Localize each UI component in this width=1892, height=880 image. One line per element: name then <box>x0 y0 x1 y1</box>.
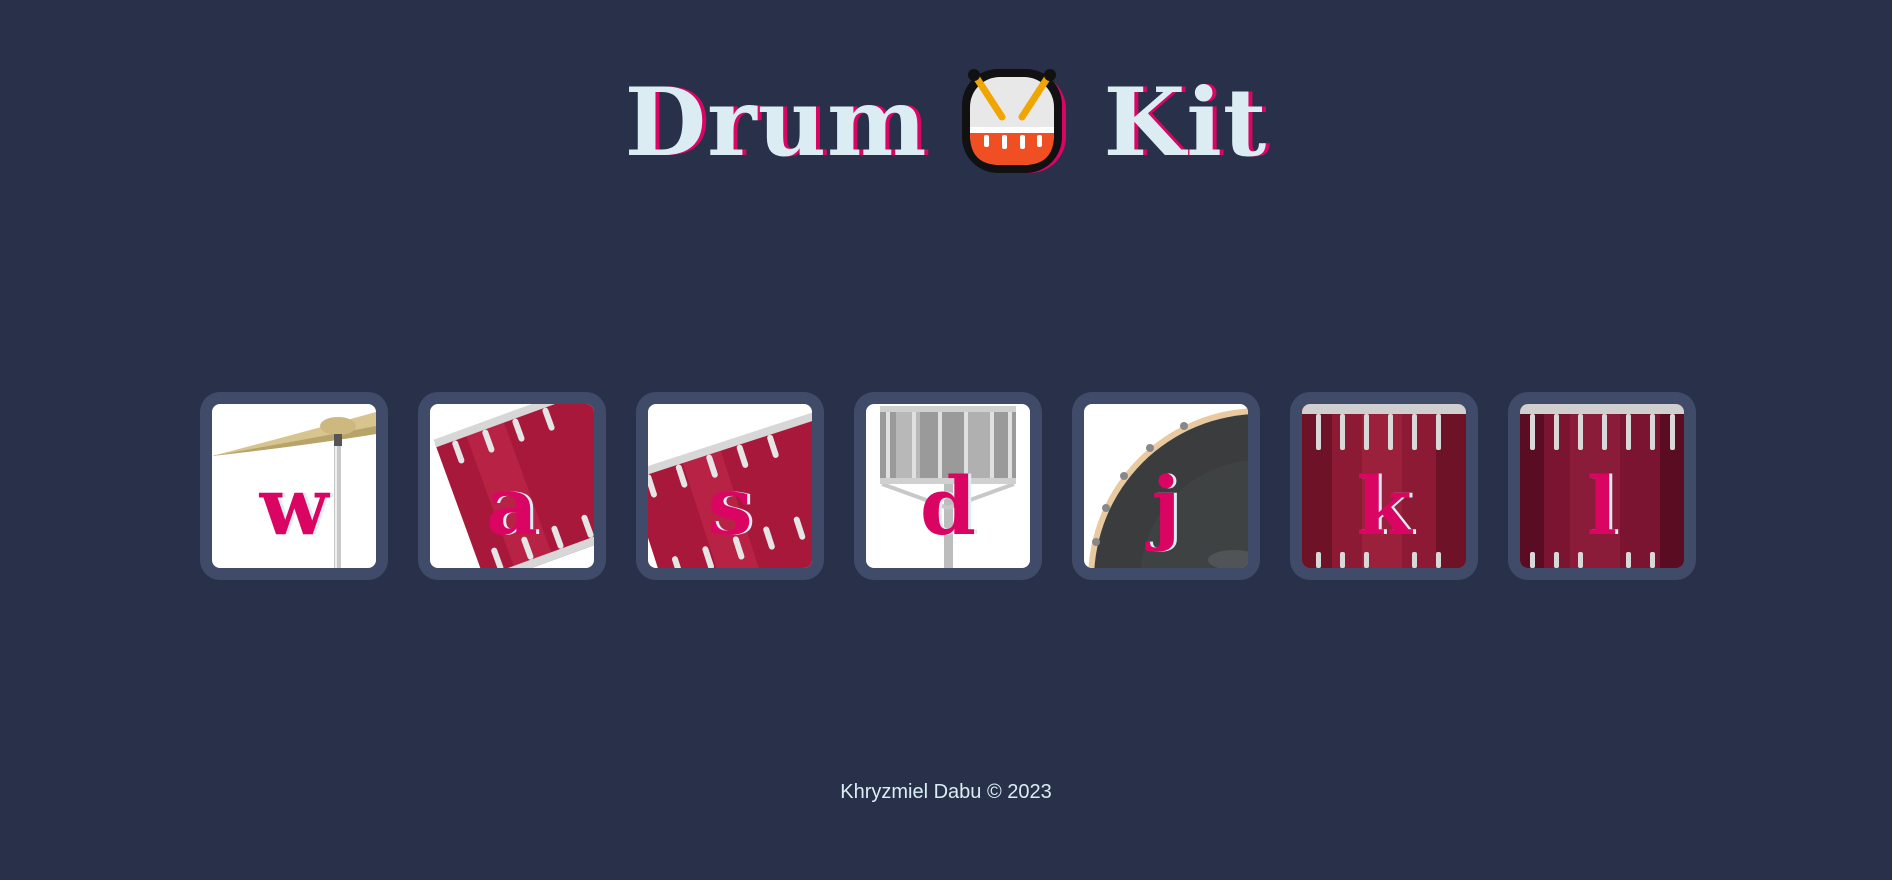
drum-face: l <box>1520 404 1684 568</box>
title-word-drum: Drum <box>624 68 928 178</box>
drum-face: a <box>430 404 594 568</box>
drum-key-letter: l <box>1586 459 1618 553</box>
title-word-kit: Kit <box>1103 68 1268 178</box>
drum-key-letter: a <box>486 459 538 553</box>
drum-face: w <box>212 404 376 568</box>
drum-button-w[interactable]: w <box>200 392 388 580</box>
drum-face: s <box>648 404 812 568</box>
drum-key-letter: j <box>1151 459 1181 553</box>
drum-button-d[interactable]: d <box>854 392 1042 580</box>
drum-face: j <box>1084 404 1248 568</box>
footer-credit: Khryzmiel Dabu © 2023 <box>840 781 1052 803</box>
drum-set: w a s d j k l <box>200 392 1696 580</box>
drum-with-drumsticks-icon <box>961 69 1066 173</box>
drum-face: d <box>866 404 1030 568</box>
drum-button-k[interactable]: k <box>1290 392 1478 580</box>
drum-key-letter: d <box>920 459 976 553</box>
drum-key-letter: k <box>1356 459 1412 553</box>
drum-key-letter: w <box>259 459 329 553</box>
drum-key-letter: s <box>707 459 753 553</box>
page-title: Drum Kit <box>0 68 1892 178</box>
drum-button-j[interactable]: j <box>1072 392 1260 580</box>
drum-button-s[interactable]: s <box>636 392 824 580</box>
drum-button-l[interactable]: l <box>1508 392 1696 580</box>
drum-button-a[interactable]: a <box>418 392 606 580</box>
drum-face: k <box>1302 404 1466 568</box>
